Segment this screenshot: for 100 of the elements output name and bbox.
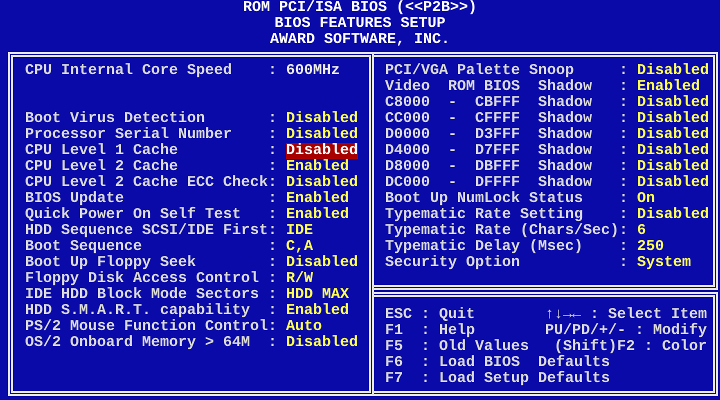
header-title: AWARD SOFTWARE, INC.	[270, 32, 450, 48]
separator: :	[268, 191, 278, 207]
setting-value[interactable]: HDD MAX	[286, 287, 350, 303]
setting-label: PCI/VGA Palette Snoop	[385, 63, 576, 79]
setting-value[interactable]: Disabled	[286, 111, 358, 127]
setting-value[interactable]: Disabled	[637, 207, 710, 223]
separator: :	[619, 127, 630, 143]
separator: :	[268, 287, 278, 303]
key-action: Load BIOS Defaults	[439, 355, 610, 371]
separator: :	[619, 239, 630, 255]
setting-label: Video ROM BIOS Shadow	[385, 79, 594, 95]
header-title: BIOS FEATURES SETUP	[274, 16, 446, 32]
separator: :	[421, 307, 432, 323]
separator: :	[619, 95, 630, 111]
key-hint: ↑↓→← : Select Item	[544, 307, 708, 323]
setting-value[interactable]: Disabled	[637, 63, 710, 79]
header-title: ROM PCI/ISA BIOS (<<P2B>>)	[242, 0, 478, 16]
setting-value[interactable]: Enabled	[286, 159, 350, 175]
separator: :	[268, 271, 278, 287]
setting-value[interactable]: Disabled	[637, 159, 710, 175]
setting-value[interactable]: On	[637, 191, 656, 207]
separator: :	[268, 335, 278, 351]
separator: :	[619, 255, 630, 271]
setting-label: Typematic Delay (Msec)	[385, 239, 584, 255]
key-label: F7	[385, 371, 404, 387]
separator: :	[268, 127, 278, 143]
setting-label: D4000 - D7FFF Shadow	[385, 143, 594, 159]
setting-value[interactable]: Enabled	[286, 207, 350, 223]
setting-value[interactable]: R/W	[286, 271, 314, 287]
key-action: Help	[439, 323, 476, 339]
key-hint: (Shift)F2 : Color	[554, 339, 708, 355]
setting-label: CC000 - CFFFF Shadow	[385, 111, 594, 127]
setting-label: BIOS Update	[25, 191, 126, 207]
setting-label: D0000 - D3FFF Shadow	[385, 127, 594, 143]
setting-label: Typematic Rate Setting	[385, 207, 584, 223]
setting-label: CPU Internal Core Speed	[25, 63, 234, 79]
separator: :	[619, 143, 630, 159]
setting-value[interactable]: Disabled	[286, 143, 358, 159]
setting-value[interactable]: C,A	[286, 239, 314, 255]
setting-value[interactable]: Disabled	[637, 143, 710, 159]
setting-value[interactable]: Disabled	[286, 127, 358, 143]
separator: :	[619, 175, 630, 191]
separator: :	[268, 207, 278, 223]
setting-label: IDE HDD Block Mode Sectors	[25, 287, 260, 303]
separator: :	[619, 63, 630, 79]
setting-label: D8000 - DBFFF Shadow	[385, 159, 594, 175]
setting-value: 600MHz	[286, 63, 340, 79]
setting-label: HDD Sequence SCSI/IDE First	[25, 223, 268, 239]
setting-value[interactable]: Disabled	[637, 175, 710, 191]
key-action: Load Setup Defaults	[439, 371, 610, 387]
separator: :	[268, 111, 278, 127]
separator: :	[268, 143, 278, 159]
key-action: Quit	[439, 307, 476, 323]
separator: :	[268, 63, 278, 79]
setting-value[interactable]: System	[637, 255, 692, 271]
separator: :	[268, 303, 278, 319]
setting-value[interactable]: Disabled	[637, 111, 710, 127]
setting-value[interactable]: Enabled	[637, 79, 700, 95]
separator: :	[421, 323, 432, 339]
setting-value[interactable]: Disabled	[637, 95, 710, 111]
key-action: Old Values	[439, 339, 530, 355]
separator: :	[619, 159, 630, 175]
key-hint: PU/PD/+/- : Modify	[544, 323, 708, 339]
key-label: F6	[385, 355, 404, 371]
separator: :	[421, 371, 432, 387]
separator: :	[619, 111, 630, 127]
setting-value[interactable]: IDE	[286, 223, 314, 239]
setting-label: OS/2 Onboard Memory > 64M	[25, 335, 252, 351]
separator: :	[268, 175, 278, 191]
setting-label: CPU Level 2 Cache	[25, 159, 180, 175]
setting-value[interactable]: Enabled	[286, 191, 350, 207]
setting-value[interactable]: 6	[637, 223, 646, 239]
separator: :	[421, 339, 432, 355]
setting-label: Processor Serial Number	[25, 127, 234, 143]
setting-label: C8000 - CBFFF Shadow	[385, 95, 594, 111]
setting-value[interactable]: Enabled	[286, 303, 350, 319]
separator: :	[268, 319, 278, 335]
separator: :	[619, 79, 630, 95]
setting-label: DC000 - DFFFF Shadow	[385, 175, 594, 191]
setting-value[interactable]: Disabled	[286, 175, 358, 191]
setting-label: Boot Virus Detection	[25, 111, 206, 127]
key-label: F5	[385, 339, 404, 355]
setting-label: CPU Level 2 Cache ECC Check	[25, 175, 268, 191]
separator: :	[268, 239, 278, 255]
separator: :	[619, 207, 630, 223]
separator: :	[619, 223, 630, 239]
setting-label: HDD S.M.A.R.T. capability	[25, 303, 252, 319]
setting-label: Floppy Disk Access Control	[25, 271, 260, 287]
setting-value[interactable]: Disabled	[286, 255, 358, 271]
separator: :	[421, 355, 432, 371]
separator: :	[619, 191, 630, 207]
setting-value[interactable]: Disabled	[637, 127, 710, 143]
setting-value[interactable]: 250	[637, 239, 664, 255]
setting-value[interactable]: Disabled	[286, 335, 358, 351]
setting-label: Boot Sequence	[25, 239, 144, 255]
setting-label: Boot Up NumLock Status	[385, 191, 584, 207]
key-label: F1	[385, 323, 404, 339]
setting-value[interactable]: Auto	[286, 319, 322, 335]
separator: :	[268, 159, 278, 175]
setting-label: Typematic Rate (Chars/Sec)	[385, 223, 619, 239]
